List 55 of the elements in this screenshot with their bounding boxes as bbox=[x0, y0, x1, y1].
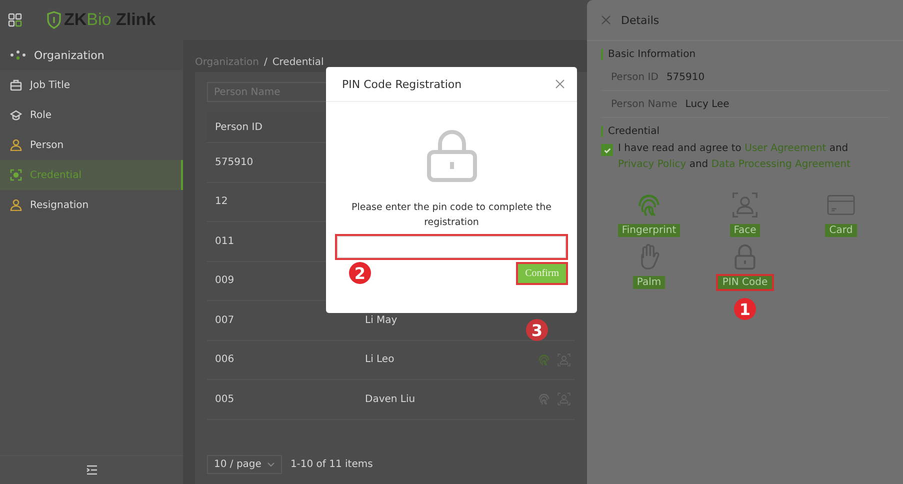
table-cell: Li May bbox=[365, 314, 398, 326]
credential-button[interactable]: Face bbox=[728, 222, 762, 239]
graduation-cap-icon bbox=[10, 109, 22, 121]
drawer-title: Details bbox=[621, 14, 660, 26]
person-icon bbox=[10, 199, 22, 211]
collapse-menu-icon[interactable] bbox=[86, 464, 98, 476]
dialog-title: PIN Code Registration bbox=[342, 78, 462, 90]
close-icon[interactable] bbox=[601, 15, 611, 25]
close-icon[interactable] bbox=[555, 79, 565, 89]
sidebar-item[interactable]: Person bbox=[0, 130, 183, 160]
sidebar-item[interactable]: Role bbox=[0, 100, 183, 130]
section-title: Basic Information bbox=[601, 49, 889, 60]
confirm-button[interactable]: Confirm bbox=[518, 264, 566, 282]
field-value: 575910 bbox=[666, 72, 705, 82]
column-header: Person ID bbox=[215, 122, 262, 132]
step-number-badge: 2 bbox=[349, 262, 371, 284]
person-icon bbox=[10, 139, 22, 151]
table-cell: 575910 bbox=[215, 156, 254, 168]
table-cell: 006 bbox=[215, 354, 234, 366]
field-value: Lucy Lee bbox=[685, 98, 730, 110]
page-size-select[interactable]: 10 / page bbox=[207, 455, 282, 474]
lock-icon bbox=[426, 128, 478, 182]
breadcrumb-separator: / bbox=[264, 56, 268, 68]
sidebar-item[interactable]: Organization bbox=[0, 40, 183, 70]
agreement-text: I have read and agree to User Agreement and Privacy Policy and Data Processing Agreement bbox=[618, 142, 852, 172]
table-cell: 009 bbox=[215, 275, 234, 286]
table-cell: Li Leo bbox=[365, 354, 394, 366]
credential-button[interactable]: Card bbox=[823, 222, 859, 239]
sidebar-item[interactable]: Job Title bbox=[0, 70, 183, 100]
section-title: Credential bbox=[601, 126, 889, 137]
table-cell: Daven Liu bbox=[365, 394, 416, 405]
pin-code-field[interactable] bbox=[337, 236, 566, 258]
apps-grid-icon[interactable] bbox=[8, 13, 22, 27]
briefcase-icon bbox=[10, 79, 22, 91]
face-frame-icon bbox=[557, 392, 571, 406]
credential-button[interactable]: Palm bbox=[630, 274, 668, 291]
breadcrumb-current: Credential bbox=[272, 56, 324, 68]
shield-logo-icon bbox=[46, 11, 62, 29]
scan-icon bbox=[10, 169, 22, 181]
credential-button[interactable]: PIN Code bbox=[716, 274, 774, 291]
step-number-badge: 1 bbox=[734, 298, 756, 320]
table-cell: 011 bbox=[215, 236, 234, 247]
caret-icon bbox=[267, 462, 276, 467]
table-cell: 007 bbox=[215, 314, 234, 326]
table-cell: 005 bbox=[215, 394, 234, 405]
sidebar-item[interactable]: Credential bbox=[0, 160, 183, 190]
checkmark-icon bbox=[602, 146, 612, 154]
agreement-checkbox[interactable] bbox=[601, 144, 613, 156]
credential-button[interactable]: Fingerprint bbox=[616, 222, 682, 239]
pagination-range: 1-10 of 11 items bbox=[290, 459, 373, 470]
dialog-message: Please enter the pin code to complete the registration bbox=[350, 201, 552, 230]
face-frame-icon bbox=[557, 352, 571, 367]
organization-icon bbox=[10, 50, 26, 60]
sidebar-item[interactable]: Resignation bbox=[0, 190, 183, 220]
table-cell: 12 bbox=[215, 196, 228, 208]
